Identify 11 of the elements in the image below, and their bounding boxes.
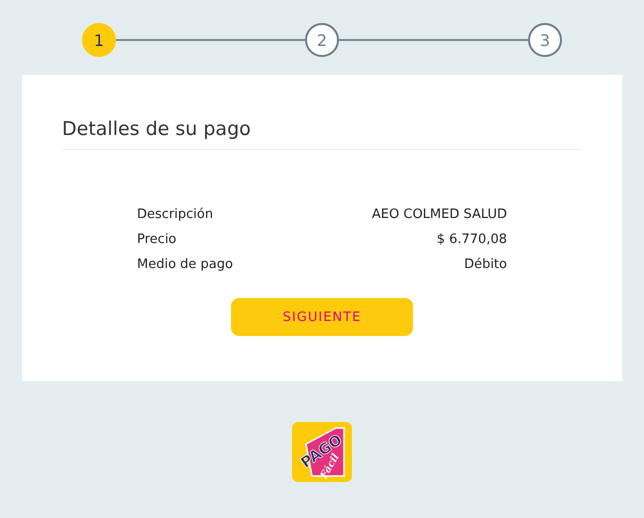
detail-label: Precio <box>137 231 176 249</box>
next-button[interactable]: SIGUIENTE <box>231 298 413 336</box>
step-indicator: 3 <box>528 23 562 57</box>
detail-value: $ 6.770,08 <box>436 231 507 249</box>
detail-value: Débito <box>464 256 507 274</box>
step-indicator: 1 <box>82 23 116 57</box>
detail-label: Medio de pago <box>137 256 233 274</box>
card-title: Detalles de su pago <box>62 117 252 141</box>
step-indicator: 2 <box>305 23 339 57</box>
detail-value: AEO COLMED SALUD <box>372 206 507 224</box>
detail-label: Descripción <box>137 206 214 224</box>
